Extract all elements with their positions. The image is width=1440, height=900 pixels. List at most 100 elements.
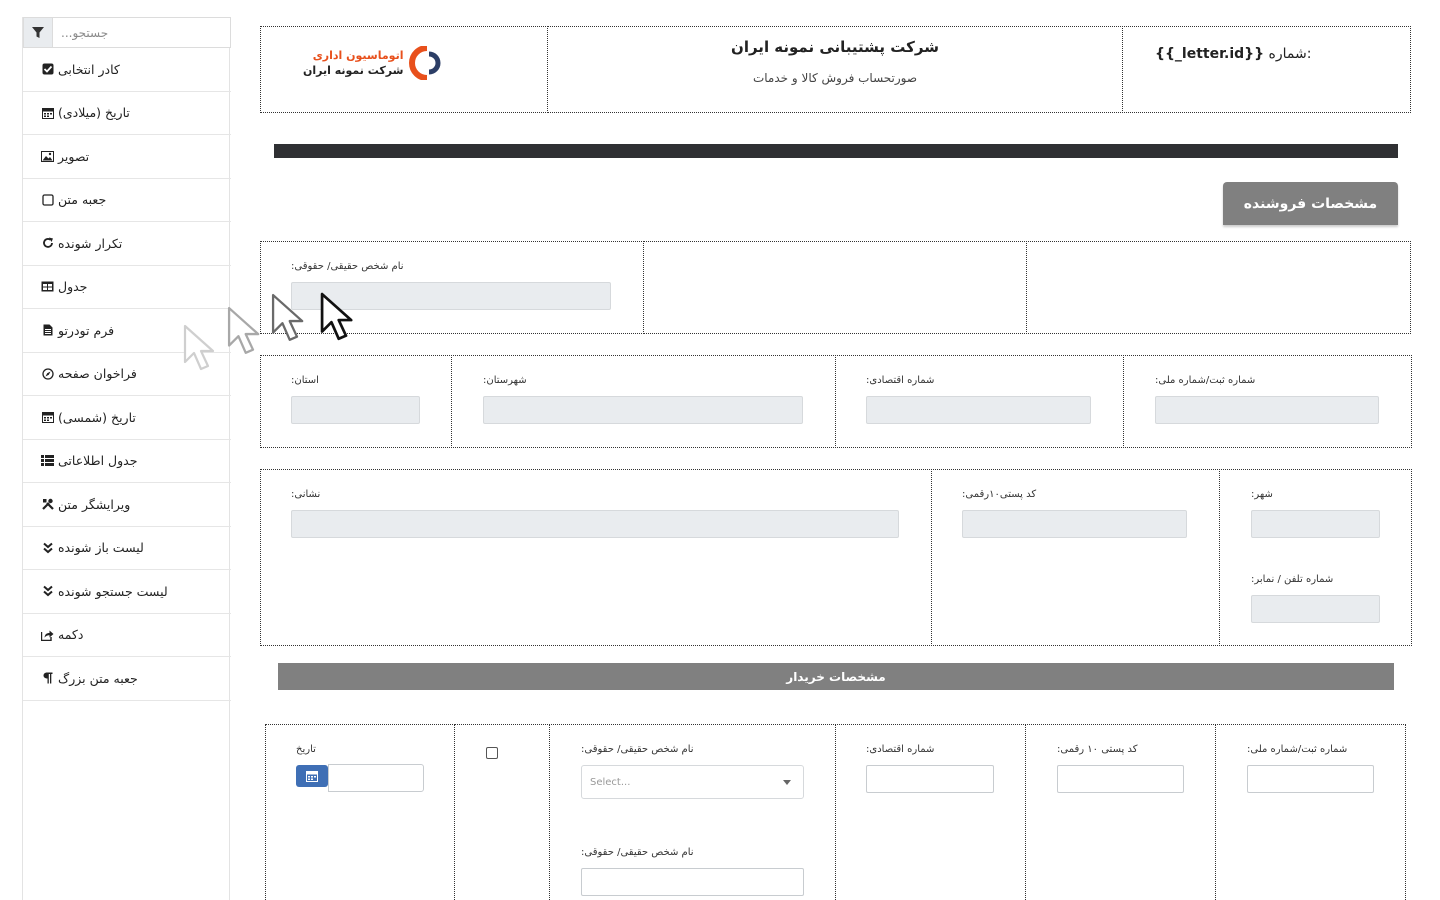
tool-label: جدول اطلاعاتی [58, 453, 138, 469]
buyer-economic-label: :شماره اقتصادی [866, 744, 935, 755]
tool-label: فرم تودرتو [58, 322, 115, 338]
phone-label: :شماره تلفن / نمابر [1251, 574, 1334, 585]
buyer-postal-cell: :کد پستی ۱۰ رقمی [1025, 724, 1216, 900]
logo-mark-icon [409, 46, 441, 80]
city-input[interactable] [1251, 510, 1380, 538]
empty-cell [643, 241, 1027, 334]
tool-searchable-list[interactable]: لیست جستجو شونده [23, 570, 231, 614]
calendar-button[interactable] [296, 765, 328, 787]
tool-label: فراخوان صفحه [58, 366, 137, 382]
province-input[interactable] [291, 396, 420, 424]
date-label: تاریخ [296, 744, 316, 755]
phone-input[interactable] [1251, 595, 1380, 623]
seller-postal-label: :کد پستی۱۰رقمی [962, 489, 1037, 500]
date-input[interactable] [328, 764, 424, 792]
toolbox-panel: کادر انتخابی تاریخ (میلادی) تصویر جعبه م… [22, 17, 231, 900]
title-cell: شرکت پشتیبانی نمونه ایران صورتحساب فروش … [547, 26, 1123, 113]
buyer-date-cell: تاریخ [265, 724, 455, 900]
compass-icon [41, 367, 54, 380]
tool-image[interactable]: تصویر [23, 135, 231, 179]
seller-name-input[interactable] [291, 282, 611, 310]
tool-label: تصویر [58, 148, 90, 164]
tool-table[interactable]: جدول [23, 266, 231, 309]
seller-economic-input[interactable] [866, 396, 1091, 424]
city-phone-cell: :شهر :شماره تلفن / نمابر [1219, 469, 1412, 646]
tool-label: تاریخ (شمسی) [58, 409, 136, 425]
tool-date-jalali[interactable]: تاریخ (شمسی) [23, 396, 231, 440]
buyer-reg-input[interactable] [1247, 765, 1374, 793]
checkbox-checked-icon [41, 63, 54, 76]
header-row: اتوماسیون اداری شرکت نمونه ایران شرکت پش… [260, 26, 1411, 114]
buyer-name2-input[interactable] [581, 868, 804, 896]
search-input[interactable] [53, 18, 230, 47]
caret-down-icon [783, 780, 791, 785]
buyer-postal-label: :کد پستی ۱۰ رقمی [1057, 744, 1138, 755]
buyer-postal-input[interactable] [1057, 765, 1184, 793]
buyer-checkbox[interactable] [486, 747, 498, 759]
square-icon [41, 193, 54, 206]
tool-textarea[interactable]: جعبه متن بزرگ [23, 657, 231, 701]
tool-label: لیست جستجو شونده [58, 583, 168, 599]
filter-icon[interactable] [24, 18, 53, 47]
seller-reg-label: :شماره ثبت/شماره ملی [1155, 375, 1256, 386]
calendar-icon [41, 106, 54, 119]
tool-text-editor[interactable]: ویرایشگر متن [23, 483, 231, 527]
seller-row-1: :نام شخص حقیقی/ حقوقی [260, 241, 1411, 335]
table-icon [41, 280, 54, 293]
double-chevron-down-icon [41, 541, 54, 554]
company-title: شرکت پشتیبانی نمونه ایران [731, 38, 939, 56]
paragraph-icon [41, 672, 54, 685]
tool-repeater[interactable]: تکرار شونده [23, 222, 231, 266]
tool-label: تکرار شونده [58, 235, 123, 251]
tool-info-table[interactable]: جدول اطلاعاتی [23, 440, 231, 483]
tool-button[interactable]: دکمه [23, 614, 231, 657]
county-input[interactable] [483, 396, 803, 424]
tool-label: کادر انتخابی [58, 61, 120, 77]
buyer-reg-label: :شماره ثبت/شماره ملی [1247, 744, 1348, 755]
seller-name-cell: :نام شخص حقیقی/ حقوقی [260, 241, 644, 334]
tool-textbox[interactable]: جعبه متن [23, 179, 231, 222]
select-placeholder: Select... [590, 776, 631, 788]
number-cell: {{_letter.id}} شماره: [1122, 26, 1411, 113]
tool-checkbox[interactable]: کادر انتخابی [23, 48, 231, 92]
buyer-economic-input[interactable] [866, 765, 994, 793]
seller-row-3: :نشانی :کد پستی۱۰رقمی :شهر :شماره تلفن /… [260, 469, 1412, 647]
tool-label: دکمه [58, 627, 84, 643]
tool-label: جدول [58, 279, 88, 295]
county-cell: :شهرستان [451, 355, 836, 448]
seller-section-tab: مشخصات فروشنده [1223, 182, 1398, 225]
logo-line2: شرکت نمونه ایران [303, 64, 404, 77]
logo-line1: اتوماسیون اداری [312, 49, 404, 62]
list-icon [41, 454, 54, 467]
tool-dropdown-list[interactable]: لیست باز شونده [23, 527, 231, 570]
seller-row-2: :استان :شهرستان :شماره اقتصادی :شماره ثب… [260, 355, 1412, 449]
seller-economic-cell: :شماره اقتصادی [835, 355, 1124, 448]
province-cell: :استان [260, 355, 452, 448]
logo-cell: اتوماسیون اداری شرکت نمونه ایران [260, 26, 548, 113]
seller-economic-label: :شماره اقتصادی [866, 375, 935, 386]
province-label: :استان [291, 375, 319, 386]
calendar-icon [41, 411, 54, 424]
invoice-subtitle: صورتحساب فروش کالا و خدمات [752, 71, 918, 85]
tool-date-gregorian[interactable]: تاریخ (میلادی) [23, 92, 231, 135]
share-icon [41, 628, 54, 641]
tool-label: جعبه متن [58, 192, 107, 208]
tool-list: کادر انتخابی تاریخ (میلادی) تصویر جعبه م… [23, 48, 231, 701]
tool-page-call[interactable]: فراخوان صفحه [23, 353, 231, 396]
seller-reg-cell: :شماره ثبت/شماره ملی [1123, 355, 1412, 448]
empty-cell [1026, 241, 1411, 334]
seller-postal-cell: :کد پستی۱۰رقمی [931, 469, 1220, 646]
buyer-economic-cell: :شماره اقتصادی [835, 724, 1026, 900]
county-label: :شهرستان [483, 375, 527, 386]
address-input[interactable] [291, 510, 899, 538]
buyer-name2-label: :نام شخص حقیقی/ حقوقی [581, 847, 694, 858]
tool-nested-form[interactable]: فرم تودرتو [23, 309, 231, 353]
refresh-icon [41, 237, 54, 250]
seller-reg-input[interactable] [1155, 396, 1379, 424]
buyer-name-label: :نام شخص حقیقی/ حقوقی [581, 744, 694, 755]
buyer-name-select[interactable]: Select... [581, 765, 804, 799]
tool-label: لیست باز شونده [58, 540, 144, 556]
seller-postal-input[interactable] [962, 510, 1187, 538]
address-cell: :نشانی [260, 469, 932, 646]
number-label: شماره: [1268, 46, 1312, 62]
